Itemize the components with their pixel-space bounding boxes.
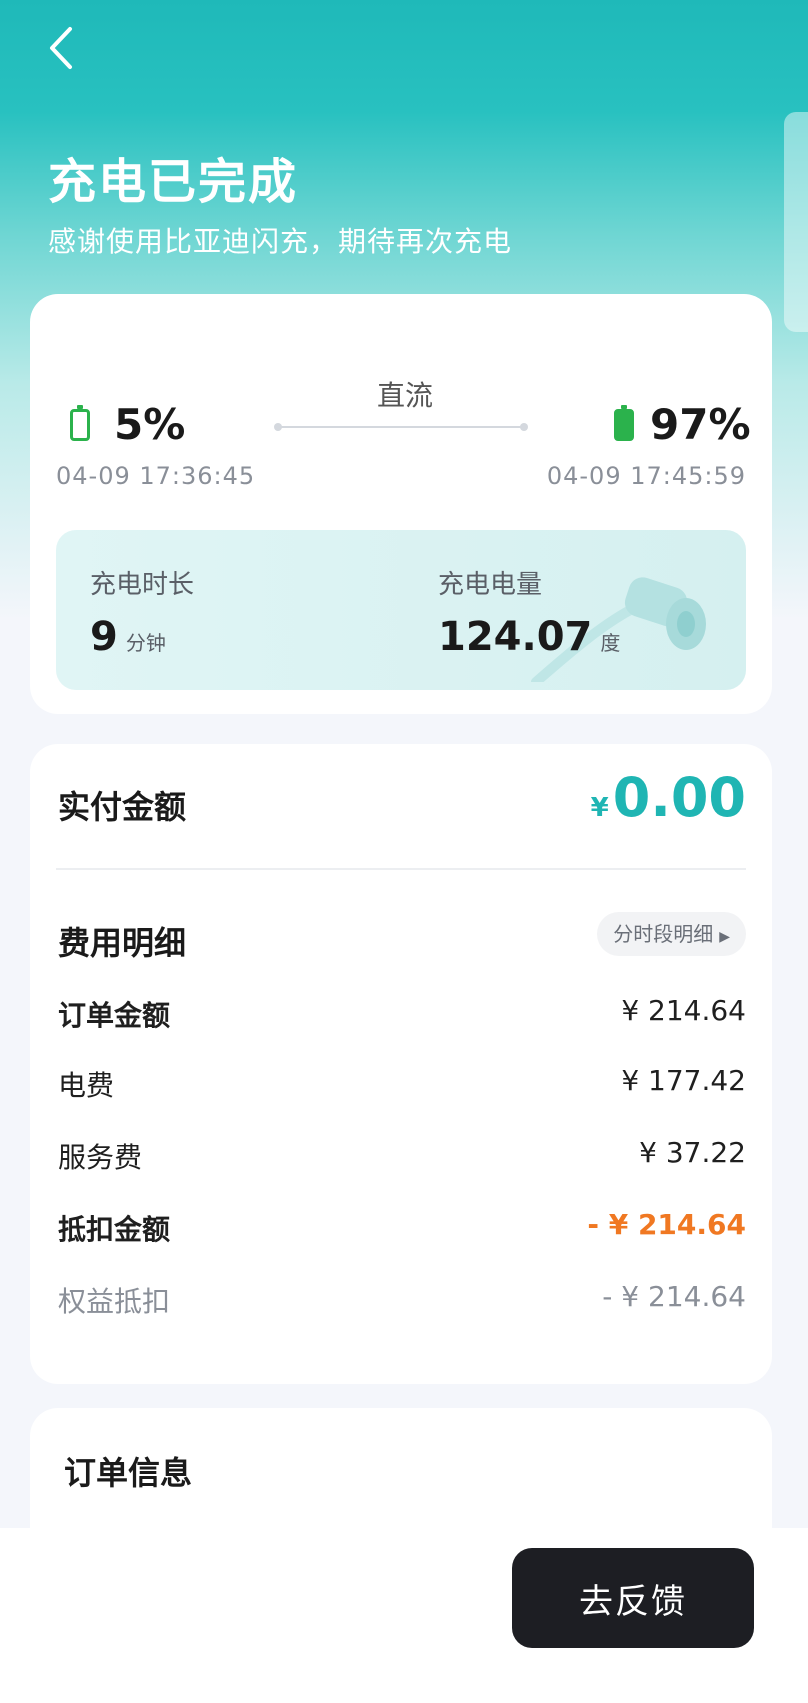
period-details-button[interactable]: 分时段明细 ▶ [597,912,746,956]
start-percent: 5% [114,400,186,449]
end-percent: 97% [650,400,751,449]
charging-stats: 充电时长 9 分钟 充电电量 124.07 度 [56,530,746,690]
fee-row-electricity: 电费 ¥ 177.42 [58,1064,746,1102]
duration-value: 9 分钟 [90,614,166,660]
feedback-button[interactable]: 去反馈 [512,1548,754,1648]
page-title: 充电已完成 [48,154,299,210]
energy-unit: 度 [600,631,621,655]
battery-full-icon [614,404,634,441]
charging-mode: 直流 [376,379,433,412]
triangle-right-icon: ▶ [719,929,730,945]
chevron-left-icon [50,27,72,69]
end-time: 04-09 17:45:59 [546,462,746,490]
fee-row-deduction: 抵扣金额 - ¥ 214.64 [58,1208,746,1246]
battery-low-icon [70,404,90,441]
start-time: 04-09 17:36:45 [56,462,256,490]
divider [56,868,746,870]
energy-label: 充电电量 [438,570,543,600]
paid-amount-label: 实付金额 [58,788,187,826]
charging-progress-line [274,423,528,431]
duration-unit: 分钟 [125,631,166,655]
energy-value: 124.07 度 [438,614,621,660]
start-battery: 5% [70,400,185,449]
order-info-title: 订单信息 [64,1454,193,1492]
duration-label: 充电时长 [90,570,195,600]
fee-details-title: 费用明细 [58,924,187,962]
back-button[interactable] [36,18,86,78]
side-tab[interactable] [784,112,808,332]
page-subtitle: 感谢使用比亚迪闪充，期待再次充电 [48,225,513,258]
fee-row-benefit-deduction: 权益抵扣 - ¥ 214.64 [58,1280,746,1318]
fee-row-service: 服务费 ¥ 37.22 [58,1136,746,1174]
end-battery: 97% [614,400,751,449]
fee-row-order-amount: 订单金额 ¥ 214.64 [58,994,746,1032]
paid-amount: ¥0.00 [590,766,746,829]
